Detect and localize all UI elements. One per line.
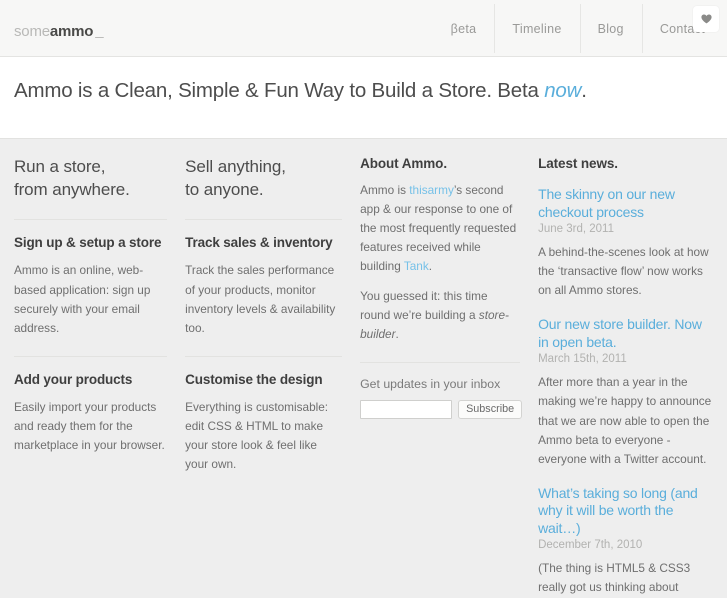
tank-link[interactable]: Tank [404, 259, 429, 273]
subscribe-label: Get updates in your inbox [360, 376, 501, 391]
column2-divider-1 [185, 219, 343, 221]
logo-ammo: ammo [49, 23, 94, 40]
column2-lede-line1: Sell anything, [185, 157, 286, 176]
thisarmy-link[interactable]: thisarmy [409, 183, 454, 197]
logo-cursor: _ [95, 23, 104, 40]
column2-lede: Sell anything, to anyone. [185, 156, 342, 201]
hero-band: Ammo is a Clean, Simple & Fun Way to Bui… [0, 57, 727, 138]
column1-divider-2 [14, 355, 168, 357]
hero-title-text: Ammo is a Clean, Simple & Fun Way to Bui… [14, 79, 545, 102]
column2-divider-2 [185, 355, 343, 357]
favourite-button[interactable] [693, 6, 719, 32]
email-input[interactable] [360, 399, 453, 419]
column2-section2-body: Everything is customisable: edit CSS & H… [185, 400, 329, 472]
column1-section2-heading: Add your products [14, 371, 133, 387]
nav-item-blog[interactable]: Blog [579, 0, 642, 57]
column1-divider-1 [14, 219, 168, 221]
news-date: December 7th, 2010 [538, 539, 643, 552]
subscribe-divider [360, 361, 521, 363]
hero-now-link[interactable]: now [544, 79, 581, 102]
column1-lede-line2: from anywhere. [14, 179, 130, 199]
nav-item-beta[interactable]: βeta [433, 0, 495, 57]
heart-icon [700, 14, 712, 24]
news-title-link[interactable]: The skinny on our new checkout process [538, 186, 713, 221]
column-run-a-store: Run a store, from anywhere. Sign up & se… [14, 139, 185, 598]
column-sell-anything: Sell anything, to anyone. Track sales & … [185, 139, 360, 598]
subscribe-form: Subscribe [360, 399, 523, 419]
about-heading: About Ammo. [360, 156, 447, 171]
column1-section2-body: Easily import your products and ready th… [14, 400, 165, 453]
about-paragraph-1: Ammo is thisarmy’s second app & our resp… [360, 181, 520, 277]
column2-section2-heading: Customise the design [185, 371, 323, 387]
news-title-link[interactable]: Our new store builder. Now in open beta. [538, 316, 713, 351]
about-p1-text1: Ammo is [360, 183, 410, 197]
site-header: someammo _ βeta Timeline Blog Contact [0, 0, 727, 57]
column1-section1-body: Ammo is an online, web-based application… [14, 263, 151, 335]
page-title: Ammo is a Clean, Simple & Fun Way to Bui… [0, 79, 727, 104]
column2-lede-line2: to anyone. [185, 179, 264, 199]
news-date: March 15th, 2011 [538, 353, 627, 366]
nav-item-timeline[interactable]: Timeline [494, 0, 579, 57]
news-item: The skinny on our new checkout process J… [538, 186, 713, 300]
news-excerpt: After more than a year in the making we’… [538, 375, 712, 466]
column1-lede-line1: Run a store, [14, 157, 106, 176]
news-item: What’s taking so long (and why it will b… [538, 485, 713, 598]
subscribe-button[interactable]: Subscribe [458, 399, 523, 419]
news-excerpt: A behind-the-scenes look at how the ‘tra… [538, 245, 709, 298]
content-columns: Run a store, from anywhere. Sign up & se… [0, 139, 727, 598]
news-title-link[interactable]: What’s taking so long (and why it will b… [538, 485, 713, 538]
news-item: Our new store builder. Now in open beta.… [538, 316, 713, 469]
column2-section1-heading: Track sales & inventory [185, 235, 333, 251]
column2-section1-body: Track the sales performance of your prod… [185, 263, 336, 335]
column1-section1-heading: Sign up & setup a store [14, 235, 162, 251]
news-excerpt: (The thing is HTML5 & CSS3 really got us… [538, 561, 691, 595]
site-logo[interactable]: someammo _ [14, 23, 104, 40]
column-about-ammo: About Ammo. Ammo is thisarmy’s second ap… [360, 139, 538, 598]
about-p2-text2: . [395, 326, 399, 341]
hero-title-period: . [581, 79, 587, 102]
about-p1-text3: . [428, 259, 433, 274]
about-paragraph-2: You guessed it: this time round we’re bu… [360, 287, 520, 344]
column-latest-news: Latest news. The skinny on our new check… [538, 139, 713, 598]
column1-lede: Run a store, from anywhere. [14, 156, 167, 201]
main-navigation: βeta Timeline Blog Contact [433, 0, 727, 57]
news-date: June 3rd, 2011 [538, 223, 614, 235]
about-p2-text1: You guessed it: this time round we’re bu… [360, 288, 488, 322]
news-heading: Latest news. [538, 156, 618, 171]
logo-some: some [14, 23, 50, 40]
